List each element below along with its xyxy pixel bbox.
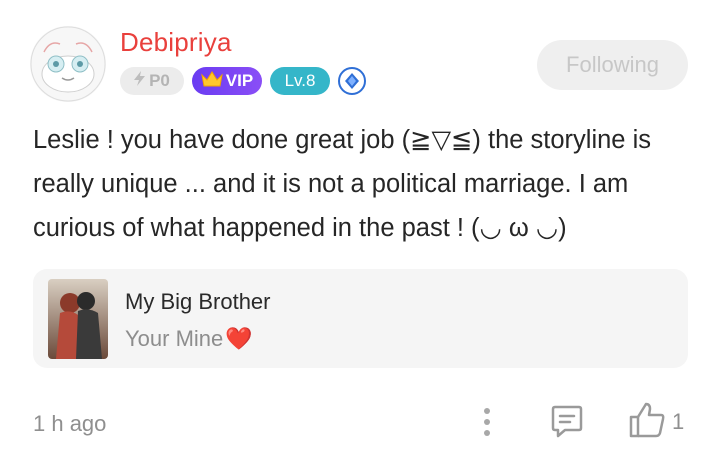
book-subtitle-text: Your Mine <box>125 326 224 351</box>
book-cover <box>48 279 108 359</box>
reply-icon[interactable] <box>549 404 585 440</box>
username[interactable]: Debipriya <box>120 26 232 58</box>
crown-icon <box>201 70 223 92</box>
power-badge: P0 <box>120 67 184 95</box>
gem-icon <box>338 67 366 95</box>
heart-icon: ❤️ <box>225 326 253 351</box>
like-count: 1 <box>672 409 685 434</box>
vip-badge-label: VIP <box>225 71 254 90</box>
following-button[interactable]: Following <box>537 40 688 90</box>
thumbs-up-icon <box>628 401 666 444</box>
book-subtitle: Your Mine ❤️ <box>125 326 253 352</box>
comment-text: Leslie ! you have done great job (≧▽≦) t… <box>33 126 651 242</box>
user-badges: P0 VIP Lv.8 <box>120 67 366 95</box>
book-card[interactable]: My Big Brother Your Mine ❤️ <box>33 269 688 368</box>
book-title: My Big Brother <box>125 289 271 314</box>
vip-badge: VIP <box>192 67 262 95</box>
lightning-icon <box>134 71 146 91</box>
timestamp: 1 h ago <box>33 411 107 436</box>
like-button[interactable]: 1 <box>628 401 685 444</box>
more-icon[interactable] <box>478 406 496 438</box>
avatar[interactable] <box>30 26 106 102</box>
level-badge: Lv.8 <box>270 67 330 95</box>
level-badge-label: Lv.8 <box>284 71 316 90</box>
power-badge-label: P0 <box>149 71 170 90</box>
